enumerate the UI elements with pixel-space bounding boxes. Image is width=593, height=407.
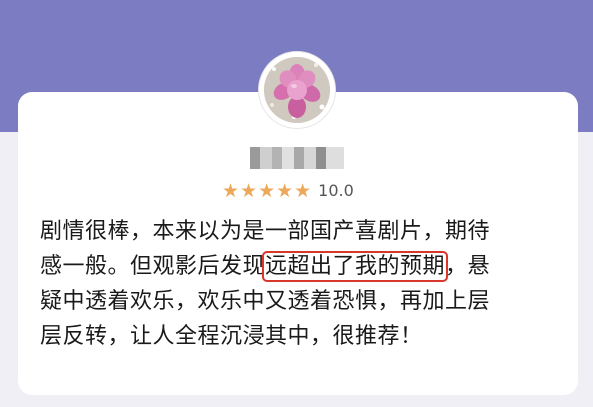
highlighted-phrase: 远超出了我的预期 (262, 251, 449, 282)
review-text-segment: 感一般。但观影后发现 (40, 254, 266, 279)
review-text: 剧情很棒，本来以为是一部国产喜剧片，期待 感一般。但观影后发现远超出了我的预期，… (40, 214, 560, 354)
review-line: 层反转，让人全程沉浸其中，很推荐！ (40, 324, 423, 349)
review-line: 感一般。但观影后发现远超出了我的预期，悬 (40, 249, 560, 284)
rating-score: 10.0 (318, 181, 354, 200)
star-rating-icon: ★★★★★ (222, 180, 313, 202)
reviewer-name-blurred (250, 147, 344, 169)
review-line: 剧情很棒，本来以为是一部国产喜剧片，期待 (40, 219, 491, 244)
review-line: 疑中透着欢乐，欢乐中又透着恐惧，再加上层 (40, 289, 491, 314)
review-text-segment: ，悬 (445, 254, 491, 279)
rating-row: ★★★★★ 10.0 (222, 178, 354, 204)
succulent-plant-icon (264, 57, 330, 123)
avatar[interactable] (259, 52, 335, 128)
